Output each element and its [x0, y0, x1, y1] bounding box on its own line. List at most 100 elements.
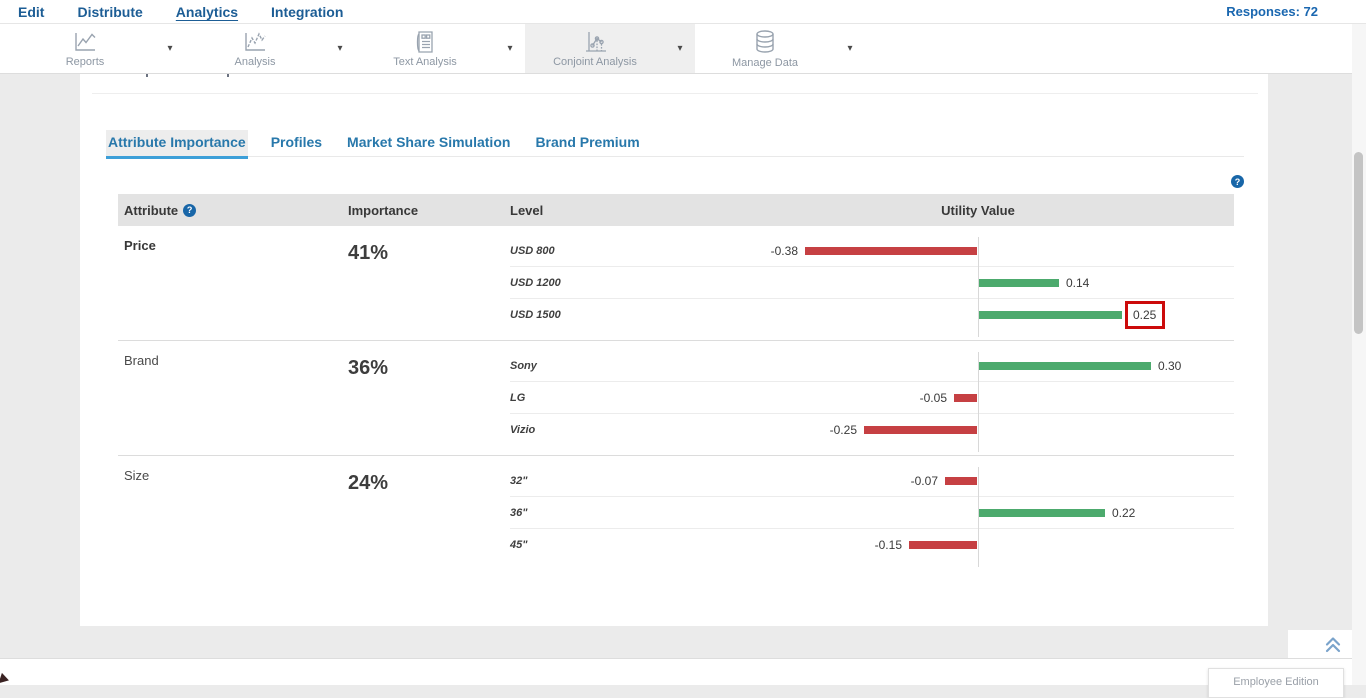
utility-bar: [979, 311, 1122, 319]
chevron-down-icon[interactable]: ▾: [155, 24, 185, 73]
utility-value-label: 0.14: [1066, 276, 1089, 290]
tab-market-share-simulation[interactable]: Market Share Simulation: [345, 130, 512, 156]
bar-group: -0.05: [920, 382, 977, 413]
tab-attribute-importance[interactable]: Attribute Importance: [106, 130, 248, 156]
scrollbar-thumb[interactable]: [1354, 152, 1363, 334]
level-row-45: 45" -0.15: [510, 529, 1234, 561]
content-card: Attribute Importance Profiles Market Share…: [80, 74, 1268, 626]
page-background-strip: [0, 626, 1366, 658]
level-name: Sony: [510, 360, 744, 372]
attribute-row-size: Size24%32"-0.0736"0.2245"-0.15: [118, 456, 1234, 570]
footer-bar: [0, 658, 1366, 685]
level-row-32: 32" -0.07: [510, 465, 1234, 497]
clipped-heading-text: [227, 74, 229, 77]
toolbar-group-analysis: Analysis ▾: [185, 24, 355, 73]
utility-value-label: -0.05: [920, 391, 947, 405]
toolbar-label: Reports: [66, 56, 105, 68]
bar-group: 0.25: [979, 299, 1165, 331]
utility-bar: [945, 477, 977, 485]
toolbar-button-analysis[interactable]: Analysis: [185, 24, 325, 73]
bar-group: -0.38: [771, 235, 977, 266]
utility-value-label: 0.30: [1158, 359, 1181, 373]
level-row-sony: Sony 0.30: [510, 350, 1234, 382]
chevron-down-icon[interactable]: ▾: [325, 24, 355, 73]
toolbar-button-conjoint-analysis[interactable]: Conjoint Analysis: [525, 24, 665, 73]
chevron-down-icon[interactable]: ▾: [835, 24, 865, 73]
table-body: Price41%USD 800-0.38USD 12000.14USD 1500…: [118, 226, 1234, 570]
attribute-name: Size: [118, 465, 348, 561]
levels-chart: 32"-0.0736"0.2245"-0.15: [510, 465, 1234, 561]
level-name: USD 1200: [510, 277, 744, 289]
bar-group: 0.14: [979, 267, 1089, 298]
toolbar-group-manage-data: Manage Data ▾: [695, 24, 865, 73]
levels-chart: USD 800 -0.38 USD 1200 0.14 USD 15000.25: [510, 235, 1234, 331]
attribute-name: Price: [118, 235, 348, 331]
utility-value-label: -0.15: [875, 538, 902, 552]
attribute-help-icon[interactable]: ?: [183, 204, 196, 217]
header-utility-value: Utility Value: [941, 203, 1015, 218]
responses-count[interactable]: Responses: 72: [1226, 4, 1318, 19]
utility-bar: [909, 541, 977, 549]
level-name: Vizio: [510, 424, 744, 436]
utility-value-label: -0.25: [830, 423, 857, 437]
tab-profiles[interactable]: Profiles: [269, 130, 324, 156]
attribute-row-price: Price41%USD 800-0.38USD 12000.14USD 1500…: [118, 226, 1234, 341]
toolbar-button-manage-data[interactable]: Manage Data: [695, 24, 835, 73]
attribute-row-brand: Brand36%Sony 0.30 LG-0.05 Vizio -0.25: [118, 341, 1234, 456]
toolbar-label: Conjoint Analysis: [553, 56, 637, 68]
utility-bar: [805, 247, 977, 255]
nav-item-edit[interactable]: Edit: [18, 1, 44, 23]
header-attribute-label: Attribute: [124, 203, 178, 218]
attribute-importance-table: Attribute ? Importance Level Utility Val…: [118, 194, 1234, 570]
utility-bar: [979, 362, 1151, 370]
level-name: 32": [510, 475, 744, 487]
highlight-box: 0.25: [1125, 301, 1165, 329]
utility-bar-cell: 0.14: [744, 267, 1234, 298]
toolbar-label: Manage Data: [732, 57, 798, 69]
chevron-down-icon[interactable]: ▾: [665, 24, 695, 73]
bar-group: 0.22: [979, 497, 1135, 528]
utility-value-label: -0.07: [911, 474, 938, 488]
header-attribute: Attribute ?: [118, 203, 348, 218]
utility-bar: [864, 426, 977, 434]
conjoint-tabs: Attribute Importance Profiles Market Share…: [106, 130, 1244, 157]
attribute-name: Brand: [118, 350, 348, 446]
importance-value: 36%: [348, 350, 510, 446]
nav-item-analytics[interactable]: Analytics: [176, 1, 238, 23]
toolbar-button-text-analysis[interactable]: Text Analysis: [355, 24, 495, 73]
level-row-usd-1200: USD 1200 0.14: [510, 267, 1234, 299]
tab-brand-premium[interactable]: Brand Premium: [533, 130, 641, 156]
analytics-toolbar: Reports▾ Analysis▾ Text Analysis▾ Conjoi…: [0, 24, 1366, 74]
top-navigation-bar: Edit Distribute Analytics Integration Respo…: [0, 0, 1366, 24]
level-row-lg: LG-0.05: [510, 382, 1234, 414]
toolbar-group-reports: Reports ▾: [15, 24, 185, 73]
header-level: Level: [510, 203, 543, 218]
level-name: USD 800: [510, 245, 744, 257]
utility-bar-cell: -0.25: [744, 414, 1234, 446]
toolbar-label: Analysis: [235, 56, 276, 68]
nav-menu: Edit Distribute Analytics Integration: [0, 1, 343, 23]
nav-item-integration[interactable]: Integration: [271, 1, 343, 23]
utility-bar-cell: -0.05: [744, 382, 1234, 413]
scroll-to-top-button[interactable]: [1288, 630, 1352, 658]
clipped-heading-text: [146, 74, 148, 77]
table-header-row: Attribute ? Importance Level Utility Val…: [118, 194, 1234, 226]
chevron-down-icon[interactable]: ▾: [495, 24, 525, 73]
utility-bar-cell: -0.15: [744, 529, 1234, 561]
importance-value: 24%: [348, 465, 510, 561]
scrollbar-track[interactable]: [1352, 24, 1366, 685]
text-analysis-icon: [413, 30, 437, 54]
level-row-usd-800: USD 800 -0.38: [510, 235, 1234, 267]
divider: [92, 93, 1258, 94]
level-name: 45": [510, 539, 744, 551]
level-row-usd-1500: USD 15000.25: [510, 299, 1234, 331]
bar-group: 0.30: [979, 350, 1181, 381]
nav-item-distribute[interactable]: Distribute: [77, 1, 142, 23]
help-icon[interactable]: ?: [1231, 175, 1244, 188]
header-importance: Importance: [348, 203, 510, 218]
toolbar-button-reports[interactable]: Reports: [15, 24, 155, 73]
toolbar-group-text-analysis: Text Analysis▾: [355, 24, 525, 73]
utility-bar: [979, 279, 1059, 287]
reports-icon: [72, 30, 98, 54]
utility-bar-cell: 0.22: [744, 497, 1234, 528]
